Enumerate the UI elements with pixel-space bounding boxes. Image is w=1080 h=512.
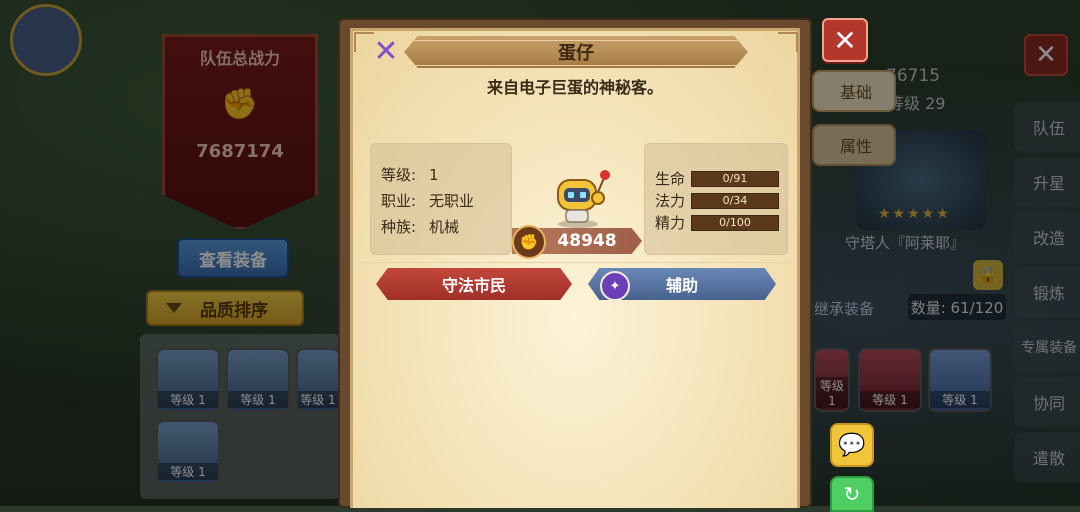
fist-icon: ✊ (512, 225, 546, 259)
divider (362, 262, 792, 263)
stat-row-mp: 法力 0/34 (655, 190, 779, 211)
info-row-class: 职业: 无职业 (381, 190, 474, 211)
info-row-level: 等级: 1 (381, 164, 439, 185)
hero-description: 来自电子巨蛋的神秘客。 (486, 78, 663, 97)
stat-bar: 0/100 (691, 214, 779, 231)
stat-row-hp: 生命 0/91 (655, 168, 779, 189)
stat-bar: 0/34 (691, 192, 779, 209)
refresh-icon[interactable]: ↻ (830, 476, 874, 512)
hero-info-box: 等级: 1 职业: 无职业 种族: 机械 (370, 143, 512, 255)
corner-ornament (778, 32, 798, 52)
robot-hero-portrait (557, 170, 610, 228)
info-row-race: 种族: 机械 (381, 216, 459, 237)
close-x-icon[interactable]: ✕ (372, 37, 400, 67)
chat-icon[interactable]: 💬 (830, 423, 874, 467)
faction-tag[interactable]: 守法市民 (376, 268, 572, 300)
info-value: 1 (429, 166, 439, 184)
stat-bar: 0/91 (691, 170, 779, 187)
info-key: 种族: (381, 218, 417, 236)
info-key: 职业: (381, 192, 417, 210)
modal-title: 蛋仔 (404, 36, 748, 68)
close-button[interactable]: ✕ (822, 18, 868, 62)
info-value: 机械 (429, 218, 460, 236)
hero-stat-box: 生命 0/91 法力 0/34 精力 0/100 (644, 143, 788, 255)
stat-key: 生命 (655, 170, 686, 188)
corner-ornament (354, 32, 374, 52)
info-value: 无职业 (429, 192, 475, 210)
info-key: 等级: (381, 166, 417, 184)
support-role-icon: ✦ (600, 271, 630, 301)
stat-key: 精力 (655, 214, 686, 232)
stat-row-energy: 精力 0/100 (655, 212, 779, 233)
stat-key: 法力 (655, 192, 686, 210)
